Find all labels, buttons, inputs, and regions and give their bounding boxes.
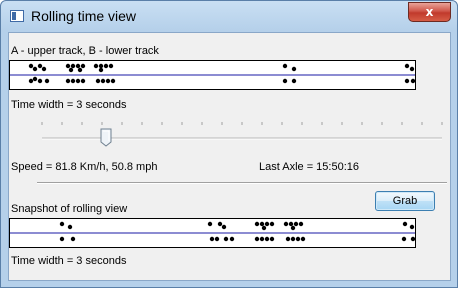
axle-marker <box>80 78 86 84</box>
axle-marker <box>59 236 65 242</box>
axle-marker <box>404 78 410 84</box>
axle-marker <box>28 63 34 69</box>
window-icon <box>10 10 24 22</box>
axle-marker <box>291 78 297 84</box>
axle-marker <box>100 78 106 84</box>
axle-marker <box>259 221 265 227</box>
axle-markers <box>28 63 415 84</box>
separator <box>37 182 447 184</box>
axle-marker <box>264 221 270 227</box>
axle-marker <box>293 221 299 227</box>
axle-marker <box>28 78 34 84</box>
snapshot-axle-markers <box>59 221 415 242</box>
axle-marker <box>65 63 71 69</box>
axle-marker <box>44 78 50 84</box>
axle-marker <box>59 221 65 227</box>
axle-marker <box>282 78 288 84</box>
axle-marker <box>285 236 291 242</box>
axle-marker <box>68 67 74 73</box>
axle-marker <box>288 221 294 227</box>
axle-marker <box>105 78 111 84</box>
axle-marker <box>32 76 38 82</box>
axle-marker <box>98 63 104 69</box>
axle-marker <box>404 63 410 69</box>
axle-marker <box>209 236 215 242</box>
axle-marker <box>264 236 270 242</box>
axle-marker <box>75 63 81 69</box>
time-width-slider[interactable] <box>38 118 446 148</box>
axle-marker <box>37 78 43 84</box>
axle-marker <box>103 63 109 69</box>
axle-marker <box>282 63 288 69</box>
upper-time-width: Time width = 3 seconds <box>11 99 127 111</box>
upper-panel-caption: A - upper track, B - lower track <box>11 45 159 57</box>
slider-ticks <box>41 122 443 125</box>
axle-marker <box>402 221 408 227</box>
rolling-time-view-window: Rolling time view x A - upper track, B -… <box>0 0 458 288</box>
axle-marker <box>401 236 407 242</box>
axle-marker <box>41 66 47 72</box>
axle-marker <box>214 236 220 242</box>
snapshot-time-width: Time width = 3 seconds <box>11 255 127 267</box>
slider-thumb[interactable] <box>100 128 112 147</box>
axle-marker <box>295 236 301 242</box>
axle-marker <box>80 63 86 69</box>
speed-readout: Speed = 81.8 Km/h, 50.8 mph <box>11 161 158 173</box>
axle-marker <box>290 236 296 242</box>
axle-marker <box>410 78 415 84</box>
window-title: Rolling time view <box>31 8 137 24</box>
axle-marker <box>77 67 83 73</box>
axle-marker <box>269 236 275 242</box>
axle-marker <box>291 66 297 72</box>
rolling-track-view <box>9 60 416 90</box>
axle-marker <box>261 225 267 231</box>
axle-marker <box>223 236 229 242</box>
snapshot-track-svg <box>10 221 415 242</box>
grab-button[interactable]: Grab <box>375 191 435 211</box>
axle-marker <box>269 221 275 227</box>
axle-marker <box>409 224 415 230</box>
axle-marker <box>65 78 71 84</box>
axle-marker <box>221 224 227 230</box>
axle-marker <box>410 236 415 242</box>
axle-marker <box>259 236 265 242</box>
client-area: A - upper track, B - lower track Time wi… <box>8 32 451 281</box>
close-button[interactable]: x <box>408 2 451 22</box>
axle-marker <box>298 221 304 227</box>
axle-marker <box>229 236 235 242</box>
snapshot-track-view <box>9 218 416 248</box>
axle-marker <box>290 225 296 231</box>
axle-marker <box>254 221 260 227</box>
axle-marker <box>93 63 99 69</box>
axle-marker <box>254 236 260 242</box>
axle-marker <box>207 221 213 227</box>
axle-marker <box>108 63 114 69</box>
axle-marker <box>95 78 101 84</box>
rolling-track-svg <box>10 63 415 84</box>
axle-marker <box>70 236 76 242</box>
axle-marker <box>70 78 76 84</box>
axle-marker <box>37 63 43 69</box>
axle-marker <box>300 236 306 242</box>
axle-marker <box>70 63 76 69</box>
axle-marker <box>217 221 223 227</box>
title-bar[interactable]: Rolling time view x <box>1 1 457 33</box>
last-axle-readout: Last Axle = 15:50:16 <box>259 161 359 173</box>
axle-marker <box>32 66 38 72</box>
axle-marker <box>110 78 116 84</box>
axle-marker <box>409 66 415 72</box>
axle-marker <box>75 78 81 84</box>
close-icon: x <box>425 5 434 19</box>
time-width-slider-svg <box>41 122 443 147</box>
axle-marker <box>67 224 73 230</box>
axle-marker <box>98 67 104 73</box>
axle-marker <box>283 221 289 227</box>
snapshot-caption: Snapshot of rolling view <box>11 203 128 215</box>
